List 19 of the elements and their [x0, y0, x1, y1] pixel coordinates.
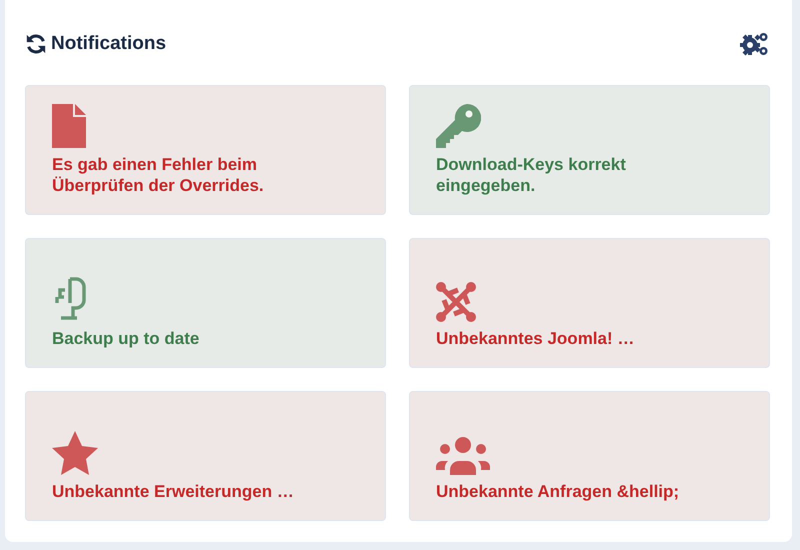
notification-tile[interactable]: Download-Keys korrekt eingegeben. — [409, 85, 770, 215]
notification-tile[interactable]: Unbekannte Erweiterungen … — [25, 391, 386, 521]
notification-tile[interactable]: Unbekannte Anfragen &hellip; — [409, 391, 770, 521]
panel-title: Notifications — [51, 33, 166, 55]
notification-tile[interactable]: Es gab einen Fehler beim Überprüfen der Overrides. — [25, 85, 386, 215]
users-icon — [436, 437, 490, 475]
file-icon — [52, 104, 86, 148]
settings-button[interactable] — [740, 32, 769, 56]
notification-tile[interactable]: Unbekanntes Joomla! … — [409, 238, 770, 368]
notification-tile[interactable]: Backup up to date — [25, 238, 386, 368]
notification-text: Download-Keys korrekt eingegeben. — [436, 154, 627, 196]
notification-text: Unbekannte Anfragen &hellip; — [436, 481, 680, 502]
notification-text: Es gab einen Fehler beim Überprüfen der Overrides. — [52, 154, 265, 196]
notification-text: Backup up to date — [52, 328, 200, 349]
refresh-icon — [25, 33, 47, 55]
notification-text: Unbekannte Erweiterungen … — [52, 481, 295, 502]
star-icon — [52, 431, 98, 475]
notification-text: Unbekanntes Joomla! … — [436, 328, 636, 349]
key-icon — [436, 104, 481, 148]
